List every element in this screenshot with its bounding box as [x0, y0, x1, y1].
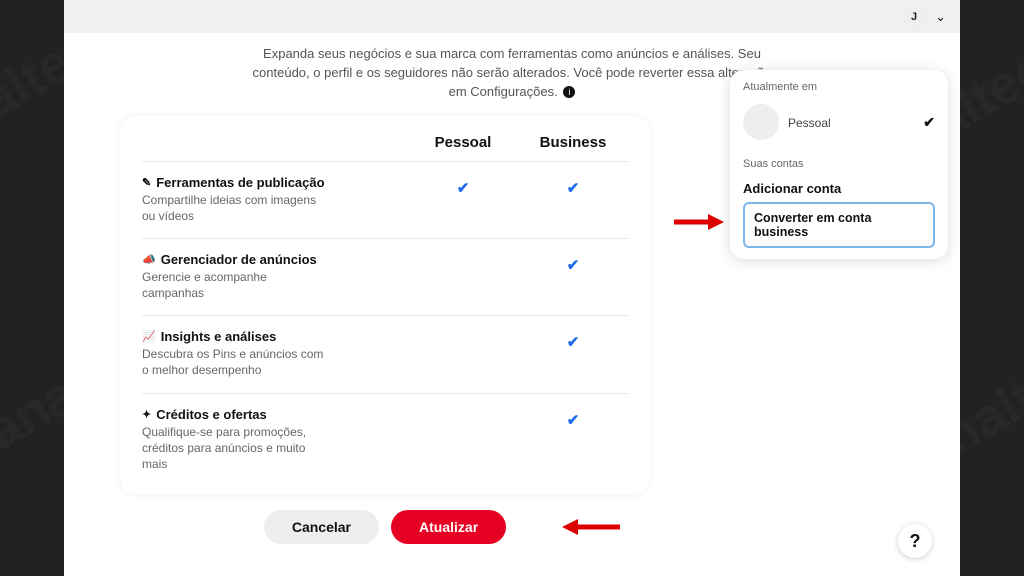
- check-icon: ✔: [567, 180, 580, 197]
- col-business: Business: [518, 134, 628, 151]
- feature-row: ✎ Ferramentas de publicação Compartilhe …: [142, 161, 628, 238]
- feature-title: Ferramentas de publicação: [156, 175, 324, 190]
- feature-desc: Compartilhe ideias com imagens ou vídeos: [142, 192, 332, 224]
- chevron-down-icon[interactable]: ⌄: [931, 9, 950, 25]
- help-button[interactable]: ?: [898, 524, 932, 558]
- annotation-arrow-icon: [560, 516, 622, 538]
- feature-row: ✦ Créditos e ofertas Qualifique-se para …: [142, 393, 628, 487]
- feature-title: Insights e análises: [161, 329, 277, 344]
- cancel-button[interactable]: Cancelar: [264, 510, 379, 544]
- account-name: Pessoal: [788, 115, 914, 130]
- feature-desc: Qualifique-se para promoções, créditos p…: [142, 424, 332, 473]
- chart-icon: 📈: [142, 330, 156, 343]
- account-panel: Atualmente em Pessoal ✔ Suas contas Adic…: [730, 70, 948, 259]
- current-account-row[interactable]: Pessoal ✔: [743, 100, 935, 150]
- add-account-button[interactable]: Adicionar conta: [743, 175, 935, 202]
- sparkle-icon: ✦: [142, 408, 151, 421]
- col-personal: Pessoal: [408, 134, 518, 151]
- user-avatar[interactable]: J: [903, 6, 925, 28]
- check-icon: ✔: [457, 180, 470, 197]
- annotation-arrow-icon: [672, 211, 726, 233]
- check-icon: ✔: [567, 412, 580, 429]
- pen-icon: ✎: [142, 176, 151, 189]
- intro-text: Expanda seus negócios e sua marca com fe…: [252, 45, 772, 102]
- feature-desc: Descubra os Pins e anúncios com o melhor…: [142, 346, 332, 378]
- check-icon: ✔: [923, 114, 935, 131]
- convert-business-button[interactable]: Converter em conta business: [743, 202, 935, 248]
- feature-title: Créditos e ofertas: [156, 407, 267, 422]
- update-button[interactable]: Atualizar: [391, 510, 506, 544]
- feature-desc: Gerencie e acompanhe campanhas: [142, 269, 332, 301]
- comparison-card: Pessoal Business ✎ Ferramentas de public…: [120, 116, 650, 495]
- currently-in-label: Atualmente em: [743, 81, 935, 93]
- your-accounts-label: Suas contas: [743, 158, 935, 170]
- account-avatar: [743, 104, 779, 140]
- check-icon: ✔: [567, 334, 580, 351]
- feature-row: 📈 Insights e análises Descubra os Pins e…: [142, 315, 628, 392]
- megaphone-icon: 📣: [142, 253, 156, 266]
- feature-title: Gerenciador de anúncios: [161, 252, 317, 267]
- feature-row: 📣 Gerenciador de anúncios Gerencie e aco…: [142, 238, 628, 315]
- intro-line: Expanda seus negócios e sua marca com fe…: [253, 46, 772, 99]
- check-icon: ✔: [567, 257, 580, 274]
- info-icon[interactable]: i: [563, 86, 575, 98]
